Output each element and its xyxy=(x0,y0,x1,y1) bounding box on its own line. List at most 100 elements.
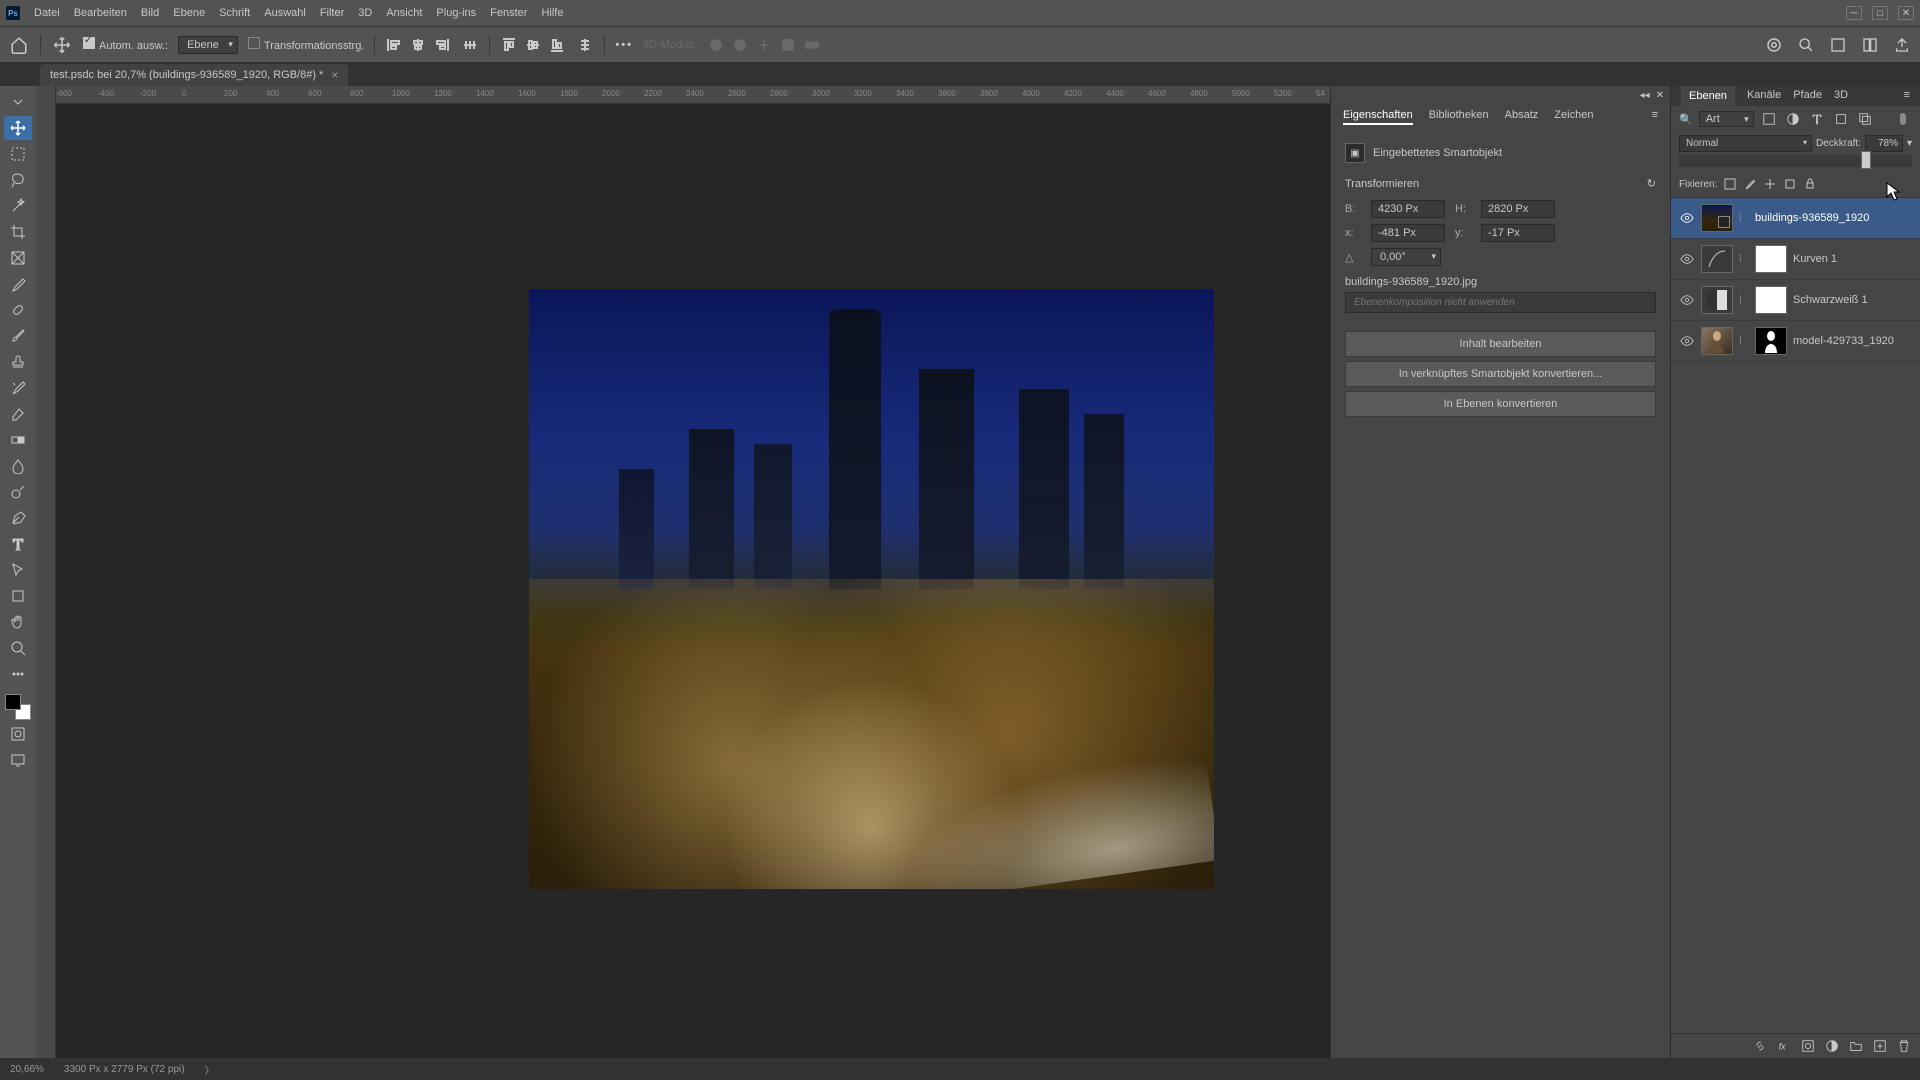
history-brush-tool[interactable] xyxy=(4,376,32,400)
filter-shape-icon[interactable] xyxy=(1832,110,1850,128)
visibility-toggle-icon[interactable] xyxy=(1679,333,1695,349)
tab-paragraph[interactable]: Absatz xyxy=(1505,109,1539,125)
lock-position-icon[interactable] xyxy=(1763,177,1777,191)
visibility-toggle-icon[interactable] xyxy=(1679,292,1695,308)
filter-pixel-icon[interactable] xyxy=(1760,110,1778,128)
angle-input[interactable]: 0,00° xyxy=(1371,248,1441,266)
new-layer-icon[interactable] xyxy=(1872,1038,1888,1054)
zoom-tool[interactable] xyxy=(4,636,32,660)
type-tool[interactable] xyxy=(4,532,32,556)
visibility-toggle-icon[interactable] xyxy=(1679,210,1695,226)
layer-name[interactable]: model-429733_1920 xyxy=(1793,335,1894,347)
convert-linked-button[interactable]: In verknüpftes Smartobjekt konvertieren.… xyxy=(1345,361,1656,387)
link-mask-icon[interactable]: ⁞ xyxy=(1739,213,1749,224)
tab-properties[interactable]: Eigenschaften xyxy=(1343,109,1413,125)
reset-transform-icon[interactable]: ↻ xyxy=(1647,177,1656,190)
layer-row[interactable]: ⁞ model-429733_1920 xyxy=(1671,321,1920,362)
close-tab-icon[interactable]: × xyxy=(331,68,338,82)
height-input[interactable] xyxy=(1481,200,1555,218)
blur-tool[interactable] xyxy=(4,454,32,478)
dodge-tool[interactable] xyxy=(4,480,32,504)
hand-tool[interactable] xyxy=(4,610,32,634)
link-mask-icon[interactable]: ⁞ xyxy=(1739,295,1749,306)
close-panel-icon[interactable]: ✕ xyxy=(1656,90,1664,101)
new-group-icon[interactable] xyxy=(1848,1038,1864,1054)
layer-row[interactable]: ⁞Kurven 1 xyxy=(1671,239,1920,280)
minimize-button[interactable]: ─ xyxy=(1846,6,1862,20)
shape-tool[interactable] xyxy=(4,584,32,608)
menu-datei[interactable]: Datei xyxy=(34,7,60,19)
lock-all-icon[interactable] xyxy=(1803,177,1817,191)
edit-contents-button[interactable]: Inhalt bearbeiten xyxy=(1345,331,1656,357)
add-mask-icon[interactable] xyxy=(1800,1038,1816,1054)
healing-tool[interactable] xyxy=(4,298,32,322)
menu-bearbeiten[interactable]: Bearbeiten xyxy=(74,7,127,19)
tool-indicator-move-icon[interactable] xyxy=(51,34,73,56)
link-mask-icon[interactable]: ⁞ xyxy=(1739,254,1749,265)
menu-hilfe[interactable]: Hilfe xyxy=(541,7,563,19)
convert-layers-button[interactable]: In Ebenen konvertieren xyxy=(1345,391,1656,417)
blend-mode-dropdown[interactable]: Normal xyxy=(1679,135,1812,152)
lock-pixels-icon[interactable] xyxy=(1743,177,1757,191)
status-caret-icon[interactable]: 〉 xyxy=(205,1062,215,1077)
lock-artboard-icon[interactable] xyxy=(1783,177,1797,191)
filter-toggle-icon[interactable] xyxy=(1894,110,1912,128)
color-swatches[interactable] xyxy=(5,694,31,720)
lock-transparency-icon[interactable] xyxy=(1723,177,1737,191)
layer-row[interactable]: ⁞ buildings-936589_1920 xyxy=(1671,198,1920,239)
menu-ansicht[interactable]: Ansicht xyxy=(386,7,422,19)
layer-row[interactable]: ⁞ Schwarzweiß 1 xyxy=(1671,280,1920,321)
frame-tool[interactable] xyxy=(4,246,32,270)
home-button[interactable] xyxy=(8,34,30,56)
brush-tool[interactable] xyxy=(4,324,32,348)
delete-layer-icon[interactable] xyxy=(1896,1038,1912,1054)
align-center-v-icon[interactable] xyxy=(524,36,542,54)
auto-select-target-dropdown[interactable]: Ebene xyxy=(178,36,238,54)
align-top-icon[interactable] xyxy=(500,36,518,54)
width-input[interactable] xyxy=(1371,200,1445,218)
tab-3d[interactable]: 3D xyxy=(1834,89,1848,103)
tab-character[interactable]: Zeichen xyxy=(1554,109,1593,125)
canvas[interactable] xyxy=(56,104,1330,1058)
workspace-icon[interactable] xyxy=(1828,35,1848,55)
more-options-icon[interactable]: ••• xyxy=(615,39,633,51)
auto-select-checkbox[interactable]: Autom. ausw.: xyxy=(83,37,168,52)
crop-tool[interactable] xyxy=(4,220,32,244)
eraser-tool[interactable] xyxy=(4,402,32,426)
document-tab[interactable]: test.psdc bei 20,7% (buildings-936589_19… xyxy=(40,64,348,86)
menu-fenster[interactable]: Fenster xyxy=(490,7,527,19)
tab-paths[interactable]: Pfade xyxy=(1793,89,1822,103)
menu-auswahl[interactable]: Auswahl xyxy=(264,7,306,19)
layer-name[interactable]: Schwarzweiß 1 xyxy=(1793,294,1868,306)
layer-comp-dropdown[interactable]: Ebenenkomposition nicht anwenden xyxy=(1345,292,1656,313)
search-icon[interactable] xyxy=(1796,35,1816,55)
path-select-tool[interactable] xyxy=(4,558,32,582)
filter-adjust-icon[interactable] xyxy=(1784,110,1802,128)
menu-3d[interactable]: 3D xyxy=(358,7,372,19)
stamp-tool[interactable] xyxy=(4,350,32,374)
collapse-panel-icon[interactable]: ◂◂ xyxy=(1640,90,1650,101)
maximize-button[interactable]: □ xyxy=(1872,6,1888,20)
menu-ebene[interactable]: Ebene xyxy=(173,7,205,19)
opacity-dropdown-icon[interactable]: ▾ xyxy=(1907,138,1912,149)
y-input[interactable] xyxy=(1481,224,1555,242)
align-center-h-icon[interactable] xyxy=(409,36,427,54)
link-mask-icon[interactable]: ⁞ xyxy=(1739,336,1749,347)
lasso-tool[interactable] xyxy=(4,168,32,192)
tab-layers[interactable]: Ebenen xyxy=(1681,86,1735,106)
link-layers-icon[interactable] xyxy=(1752,1038,1768,1054)
menu-bild[interactable]: Bild xyxy=(141,7,159,19)
filter-smart-icon[interactable] xyxy=(1856,110,1874,128)
share-icon[interactable] xyxy=(1892,35,1912,55)
layer-mask-thumbnail[interactable] xyxy=(1755,286,1787,314)
wand-tool[interactable] xyxy=(4,194,32,218)
panel-menu-icon[interactable]: ≡ xyxy=(1652,109,1658,125)
menu-filter[interactable]: Filter xyxy=(320,7,344,19)
screen-mode-icon[interactable] xyxy=(4,748,32,772)
distribute-h-icon[interactable] xyxy=(461,36,479,54)
arrange-icon[interactable] xyxy=(1860,35,1880,55)
quick-mask-icon[interactable] xyxy=(4,722,32,746)
pen-tool[interactable] xyxy=(4,506,32,530)
edit-toolbar-icon[interactable] xyxy=(4,662,32,686)
layer-name[interactable]: buildings-936589_1920 xyxy=(1755,212,1869,224)
